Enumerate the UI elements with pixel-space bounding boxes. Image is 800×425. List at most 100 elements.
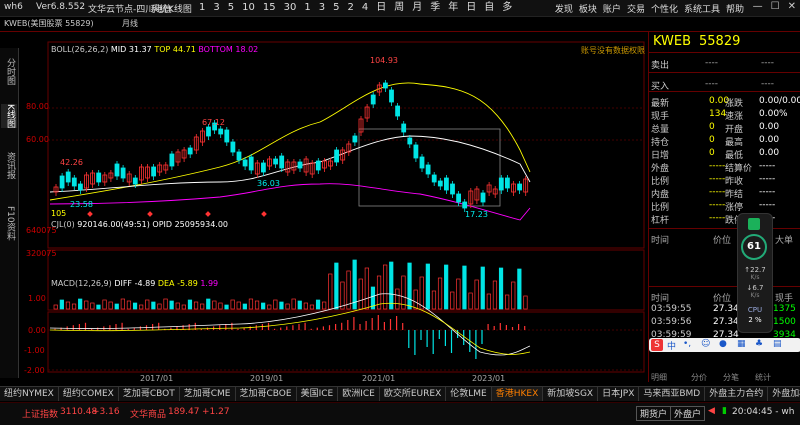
futures-account-button[interactable]: 期货户 — [636, 406, 672, 421]
menu-item-0[interactable]: 发现 — [555, 2, 573, 15]
volume-bar — [450, 291, 455, 310]
timeframe-0[interactable]: 1 — [195, 1, 209, 15]
close-icon[interactable]: ✕ — [788, 1, 796, 12]
volume-bar — [425, 263, 430, 310]
index2-value: 189.47 — [168, 407, 200, 417]
ime-punct-icon[interactable]: •, — [683, 339, 691, 349]
rtab-detail[interactable]: 明细 — [651, 372, 667, 383]
status-bar: 上证指数 3110.48 +3.16 文华商品 189.47 +1.27 期货户… — [0, 402, 800, 425]
volume-bar — [200, 303, 205, 310]
opid-label: OPID — [152, 220, 173, 229]
rtab-ticks[interactable]: 分笔 — [723, 372, 739, 383]
foreign-account-button[interactable]: 外盘户 — [670, 406, 706, 421]
exchange-tab-1[interactable]: 纽约COMEX — [59, 387, 119, 401]
ime-mic-icon[interactable]: ● — [719, 339, 727, 349]
tab-kline[interactable]: K线图 — [1, 104, 17, 128]
maximize-icon[interactable]: ☐ — [771, 1, 780, 12]
volume-bar — [383, 264, 388, 310]
timeframe-18[interactable]: 多 — [498, 1, 516, 15]
macd-name: MACD(12,26,9) — [51, 279, 112, 288]
candle-body — [224, 129, 230, 143]
exchange-tab-6[interactable]: 欧洲ICE — [338, 387, 380, 401]
exchange-tab-2[interactable]: 芝加哥CBOT — [119, 387, 180, 401]
exchange-tab-3[interactable]: 芝加哥CME — [180, 387, 236, 401]
timeframe-2[interactable]: 5 — [224, 1, 238, 15]
volume-bar — [261, 302, 266, 310]
quote-field-v: ----- — [709, 174, 726, 184]
menu-item-3[interactable]: 交易 — [627, 2, 645, 15]
quote-field-l: 现手 — [651, 112, 670, 122]
volume-bar — [84, 300, 89, 310]
exchange-tab-10[interactable]: 新加坡SGX — [543, 387, 599, 401]
quote-field-v: 0 — [709, 148, 715, 158]
timeframe-5[interactable]: 30 — [280, 1, 301, 15]
timeframe-13[interactable]: 月 — [408, 1, 426, 15]
timeframe-17[interactable]: 自 — [480, 1, 498, 15]
ime-mode[interactable]: 中 — [667, 339, 676, 352]
ime-menu-icon[interactable]: ▤ — [773, 339, 782, 349]
timeframe-15[interactable]: 年 — [444, 1, 462, 15]
ime-emoji-icon[interactable]: ☺ — [701, 339, 710, 349]
timeframe-3[interactable]: 10 — [238, 1, 259, 15]
timeframe-7[interactable]: 3 — [315, 1, 329, 15]
rtab-price[interactable]: 分价 — [691, 372, 707, 383]
minimize-icon[interactable]: — — [753, 1, 763, 12]
timeframe-11[interactable]: 日 — [372, 1, 390, 15]
exchange-tab-9[interactable]: 香港HKEX — [491, 387, 544, 401]
ime-skin-icon[interactable]: ♣ — [755, 339, 763, 349]
exchange-tab-13[interactable]: 外盘主力合约 — [705, 387, 769, 401]
period-label[interactable]: 月线 — [122, 18, 138, 29]
candle-body — [78, 183, 83, 191]
symbol-toolbar: KWEB(美国股票 55829) 月线 — [0, 17, 800, 32]
timeframe-1[interactable]: 3 — [209, 1, 223, 15]
volume-bar — [114, 303, 119, 310]
exchange-tab-11[interactable]: 日本JPX — [598, 387, 640, 401]
speaker-icon[interactable]: ◀ — [708, 406, 715, 416]
timeframe-6[interactable]: 1 — [300, 1, 314, 15]
quote-panel: KWEB 55829 卖出 ---- ---- 买入 ---- ---- 最新 0.00 涨… — [648, 32, 800, 382]
tab-news[interactable]: 资讯报 — [1, 152, 17, 179]
quote-field-l: 内盘 — [651, 190, 670, 200]
menu-item-4[interactable]: 个性化 — [651, 2, 678, 15]
menu-item-2[interactable]: 账户 — [603, 2, 621, 15]
volume-bar — [462, 265, 467, 310]
timeframe-8[interactable]: 5 — [329, 1, 343, 15]
timeframe-9[interactable]: 2 — [343, 1, 357, 15]
timeframe-16[interactable]: 日 — [462, 1, 480, 15]
quote-field-v2: ----- — [759, 174, 776, 184]
volume-bar — [236, 301, 241, 310]
signal-marker — [87, 211, 93, 217]
tab-f10[interactable]: F10资料 — [1, 206, 17, 241]
ime-toolbar[interactable]: S 中 •, ☺ ● ▦ ♣ ▤ — [649, 338, 800, 352]
candle-body — [431, 174, 437, 183]
menu-item-5[interactable]: 系统工具 — [684, 2, 720, 15]
quote-field-l: 比例 — [651, 177, 670, 187]
boll-mid-label: MID — [110, 45, 127, 54]
exchange-tab-14[interactable]: 外盘加权 — [768, 387, 800, 401]
ime-keyboard-icon[interactable]: ▦ — [737, 339, 746, 349]
menu-item-6[interactable]: 帮助 — [726, 2, 744, 15]
exchange-tab-7[interactable]: 欧交所EUREX — [380, 387, 447, 401]
menu-item-1[interactable]: 板块 — [579, 2, 597, 15]
quote-field-v2: 0.00 — [759, 148, 780, 158]
exchange-tab-12[interactable]: 马来西亚BMD — [639, 387, 706, 401]
trade-p: 27.34 — [713, 304, 739, 314]
tab-timeshare[interactable]: 分时图 — [1, 58, 17, 85]
rtab-stats[interactable]: 统计 — [755, 372, 771, 383]
exchange-tab-4[interactable]: 芝加哥CBOE — [236, 387, 297, 401]
timeframe-12[interactable]: 周 — [390, 1, 408, 15]
volume-bar — [254, 300, 260, 310]
quote-field-l: 杠杆 — [651, 216, 670, 226]
exchange-tab-8[interactable]: 伦敦LME — [446, 387, 492, 401]
network-widget[interactable]: 61 ↑22.7 K/s ↓6.7 K/s CPU 2 % — [737, 213, 773, 333]
quote-field-v2: 0.00/0.00% — [759, 96, 800, 106]
exchange-tab-0[interactable]: 纽约NYMEX — [0, 387, 59, 401]
timeframe-10[interactable]: 4 — [358, 1, 372, 15]
timeframe-14[interactable]: 季 — [426, 1, 444, 15]
kline-chart[interactable]: BOLL(26,26,2) MID 31.37 TOP 44.71 BOTTOM… — [20, 32, 645, 383]
candle-body — [419, 156, 425, 169]
timeframe-4[interactable]: 15 — [259, 1, 280, 15]
exchange-tab-5[interactable]: 美国ICE — [297, 387, 339, 401]
volume-bar — [364, 267, 369, 310]
candle-body — [218, 128, 224, 135]
